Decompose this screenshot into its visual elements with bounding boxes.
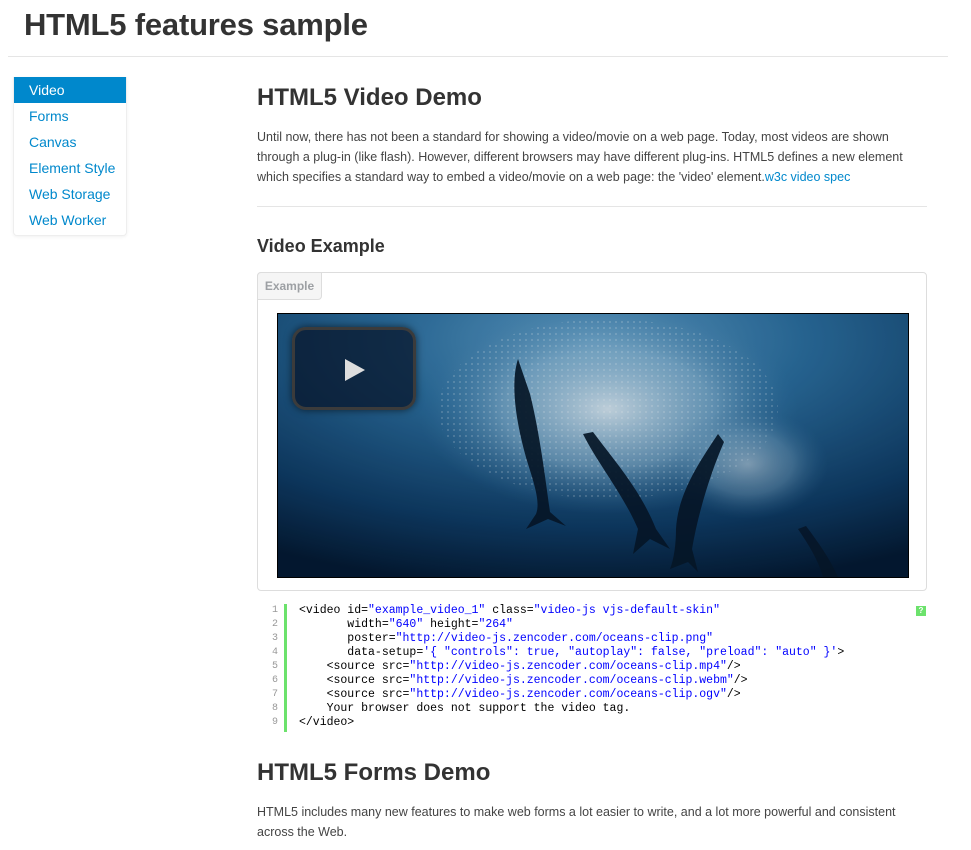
line-number: 6 xyxy=(271,675,278,686)
code-text: <source src= xyxy=(299,674,410,687)
sidebar-item-web-storage[interactable]: Web Storage xyxy=(14,181,126,207)
sidebar-item-label[interactable]: Canvas xyxy=(14,129,126,155)
code-string: "264" xyxy=(478,618,513,631)
line-number: 1 xyxy=(271,605,278,616)
code-line: </video> xyxy=(299,716,844,730)
code-string: "http://video-js.zencoder.com/oceans-cli… xyxy=(409,674,734,687)
forms-demo-heading: HTML5 Forms Demo xyxy=(257,759,491,786)
forms-intro-paragraph: HTML5 includes many new features to make… xyxy=(257,805,896,839)
play-button[interactable] xyxy=(292,327,416,410)
line-number: 2 xyxy=(271,619,278,630)
line-number: 9 xyxy=(271,717,278,728)
w3c-video-spec-link[interactable]: w3c video spec xyxy=(765,170,850,184)
page-title: HTML5 features sample xyxy=(24,7,368,42)
line-number: 5 xyxy=(271,661,278,672)
help-icon[interactable]: ? xyxy=(916,606,926,616)
code-line: width="640" height="264" xyxy=(299,618,844,632)
sidebar-item-element-style[interactable]: Element Style xyxy=(14,155,126,181)
code-text: data-setup= xyxy=(299,646,424,659)
video-intro-paragraph: Until now, there has not been a standard… xyxy=(257,127,929,187)
play-icon xyxy=(345,359,365,381)
code-line: Your browser does not support the video … xyxy=(299,702,844,716)
video-demo-heading: HTML5 Video Demo xyxy=(257,84,482,111)
code-text: <source src= xyxy=(299,660,410,673)
sidebar-item-label[interactable]: Element Style xyxy=(14,155,126,181)
code-text: /> xyxy=(733,674,748,687)
sidebar-item-label[interactable]: Forms xyxy=(14,103,126,129)
sidebar-item-forms[interactable]: Forms xyxy=(14,103,126,129)
video-player[interactable] xyxy=(277,313,909,578)
sidebar-item-web-worker[interactable]: Web Worker xyxy=(14,207,126,235)
code-text: poster= xyxy=(299,632,396,645)
video-example-heading: Video Example xyxy=(257,236,385,256)
sidebar-nav: Video Forms Canvas Element Style Web Sto… xyxy=(13,77,127,236)
code-block: 1 2 3 4 5 6 7 8 9 <video id="example_video_1" cl… xyxy=(257,604,927,732)
sidebar-item-label[interactable]: Web Worker xyxy=(14,207,126,233)
gutter-bar xyxy=(284,604,287,732)
line-number: 4 xyxy=(271,647,278,658)
code-string: "640" xyxy=(388,618,424,631)
code-string: '{ "controls": true, "autoplay": false, … xyxy=(423,646,838,659)
example-box: Example xyxy=(257,272,927,591)
code-text: /> xyxy=(726,660,741,673)
code-text: width= xyxy=(299,618,389,631)
line-number: 7 xyxy=(271,689,278,700)
code-string: "video-js vjs-default-skin" xyxy=(533,604,720,617)
code-line: <source src="http://video-js.zencoder.co… xyxy=(299,688,844,702)
code-text: > xyxy=(837,646,845,659)
sidebar-item-label[interactable]: Web Storage xyxy=(14,181,126,207)
code-text: /> xyxy=(726,688,741,701)
code-text: <source src= xyxy=(299,688,410,701)
code-line: poster="http://video-js.zencoder.com/oce… xyxy=(299,632,844,646)
example-tab-label: Example xyxy=(257,272,322,300)
code-text: class= xyxy=(485,604,534,617)
code-string: "http://video-js.zencoder.com/oceans-cli… xyxy=(395,632,714,645)
code-line: <video id="example_video_1" class="video… xyxy=(299,604,844,618)
sidebar-item-label[interactable]: Video xyxy=(14,77,126,103)
code-line: <source src="http://video-js.zencoder.co… xyxy=(299,674,844,688)
code-line: data-setup='{ "controls": true, "autopla… xyxy=(299,646,844,660)
code-lines: <video id="example_video_1" class="video… xyxy=(299,604,844,730)
code-string: "http://video-js.zencoder.com/oceans-cli… xyxy=(409,660,727,673)
code-string: "http://video-js.zencoder.com/oceans-cli… xyxy=(409,688,727,701)
page-header: HTML5 features sample xyxy=(8,0,948,57)
code-line: <source src="http://video-js.zencoder.co… xyxy=(299,660,844,674)
code-text: <video id= xyxy=(299,604,369,617)
sidebar-item-canvas[interactable]: Canvas xyxy=(14,129,126,155)
section-divider xyxy=(257,206,927,207)
line-number: 8 xyxy=(271,703,278,714)
line-number: 3 xyxy=(271,633,278,644)
line-number-gutter: 1 2 3 4 5 6 7 8 9 xyxy=(257,604,283,732)
code-text: </video> xyxy=(299,716,355,729)
sidebar-item-video[interactable]: Video xyxy=(14,77,126,103)
code-text: Your browser does not support the video … xyxy=(299,702,631,715)
code-text: height= xyxy=(423,618,479,631)
code-string: "example_video_1" xyxy=(368,604,486,617)
